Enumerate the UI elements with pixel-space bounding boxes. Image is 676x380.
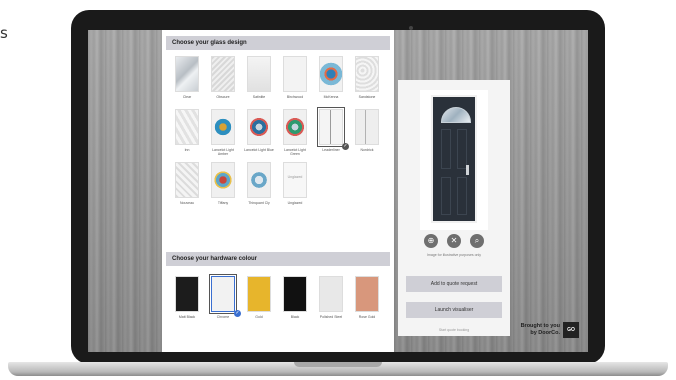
glass-option[interactable]: Lancelot Light Amber (208, 109, 238, 156)
hardware-swatch[interactable] (355, 276, 379, 312)
glass-swatch[interactable] (283, 109, 307, 145)
glass-option[interactable]: Unglazed Unglazed (280, 162, 310, 209)
hardware-option[interactable]: Matt Black (172, 276, 202, 323)
glass-option-label: Birchwood (286, 95, 304, 99)
glass-grid: Clear Obscure Satinlite Birchwood McKenna San… (172, 56, 386, 209)
search-icon[interactable]: ⌕ (470, 234, 484, 248)
hardware-option-label: Gold (255, 315, 263, 319)
hardware-option-label: Polished Steel (319, 315, 343, 319)
door-panel (457, 177, 467, 215)
add-to-quote-button[interactable]: Add to quote request (406, 276, 502, 292)
glass-option-label: Clear (182, 95, 192, 99)
preview-disclaimer: Image for illustrative purposes only (426, 253, 482, 257)
glass-swatch[interactable] (355, 109, 379, 145)
glass-option-label: Nouveau (179, 201, 194, 205)
glass-option-label: Lancelot Light Amber (212, 148, 234, 156)
branding: Brought to you by DoorCo. GO (516, 322, 579, 342)
glass-option-label: McKenna (323, 95, 339, 99)
glass-swatch[interactable] (211, 109, 235, 145)
page-edge-text: s (0, 24, 8, 42)
launch-visualiser-button[interactable]: Launch visualiser (406, 302, 502, 318)
hardware-option[interactable]: Rose Gold (352, 276, 382, 323)
preview-panel: ⊕ ✕ ⌕ Image for illustrative purposes only… (398, 80, 510, 336)
door-image (431, 95, 477, 223)
hardware-option-label: Rose Gold (358, 315, 376, 319)
brand-logo: GO (563, 322, 579, 338)
glass-swatch[interactable] (175, 162, 199, 198)
glass-swatch[interactable] (211, 162, 235, 198)
glass-option-label: Leaderliner (322, 148, 340, 152)
hardware-swatch[interactable] (175, 276, 199, 312)
brand-line-2: by DoorCo. (530, 330, 560, 336)
glass-swatch[interactable] (247, 109, 271, 145)
check-icon: ✓ (342, 143, 349, 150)
hardware-swatch[interactable] (209, 274, 237, 314)
laptop-mockup: s Choose your glass design Clear Obscure S… (0, 0, 676, 380)
glass-option[interactable]: Sandstone (352, 56, 382, 103)
hardware-swatch[interactable] (319, 276, 343, 312)
brand-line-1: Brought to you (520, 323, 560, 329)
zoom-in-icon[interactable]: ⊕ (424, 234, 438, 248)
glass-swatch[interactable] (319, 56, 343, 92)
glass-option-label: Unglazed (287, 201, 303, 205)
glass-swatch[interactable] (247, 56, 271, 92)
glass-option-label: Lancelot Light Blue (244, 148, 274, 152)
hardware-option-label: Chrome (216, 315, 230, 319)
hardware-option[interactable]: Gold (244, 276, 274, 323)
glass-option[interactable]: Clear (172, 56, 202, 103)
glass-swatch[interactable] (355, 56, 379, 92)
hardware-option[interactable]: Polished Steel (316, 276, 346, 323)
glass-option[interactable]: McKenna (316, 56, 346, 103)
hardware-option-label: Matt Black (178, 315, 196, 319)
glass-option[interactable]: Lancelot Light Blue (244, 109, 274, 156)
brand-text: Brought to you by DoorCo. (516, 323, 560, 337)
glass-swatch[interactable] (247, 162, 271, 198)
glass-option[interactable]: Thinquant Cly (244, 162, 274, 209)
hardware-option-label: Black (290, 315, 300, 319)
glass-option[interactable]: Obscure (208, 56, 238, 103)
laptop-notch (294, 362, 382, 367)
glass-swatch[interactable] (175, 109, 199, 145)
door-panel (441, 129, 451, 169)
glass-swatch[interactable] (283, 56, 307, 92)
door-glass-arch (441, 107, 471, 123)
glass-option-label: Obscure (216, 95, 230, 99)
glass-swatch[interactable]: Unglazed (283, 162, 307, 198)
hardware-option[interactable]: Black (280, 276, 310, 323)
quote-booking-link[interactable]: Start quote booking (404, 328, 504, 332)
glass-swatch[interactable] (175, 56, 199, 92)
door-panel (457, 129, 467, 169)
door-panel (441, 177, 451, 215)
glass-option-label: Thinquant Cly (248, 201, 270, 205)
glass-swatch[interactable] (317, 107, 345, 147)
glass-option[interactable]: Nouveau (172, 162, 202, 209)
glass-option-label: Nordrick (360, 148, 374, 152)
hardware-swatch[interactable] (247, 276, 271, 312)
glass-option-label: Lancelot Light Green (284, 148, 306, 156)
glass-option[interactable]: Inn (172, 109, 202, 156)
close-icon[interactable]: ✕ (447, 234, 461, 248)
glass-option-label: Tiffany (217, 201, 229, 205)
glass-option[interactable]: Nordrick (352, 109, 382, 156)
hardware-section-heading: Choose your hardware colour (166, 252, 390, 266)
glass-option[interactable]: ✓ Leaderliner (316, 107, 349, 156)
glass-option[interactable]: Satinlite (244, 56, 274, 103)
swatch-text: Unglazed (287, 175, 303, 179)
laptop-screen: Choose your glass design Clear Obscure Sat… (88, 30, 588, 352)
glass-option[interactable]: Lancelot Light Green (280, 109, 310, 156)
glass-option[interactable]: Tiffany (208, 162, 238, 209)
glass-option-label: Sandstone (358, 95, 376, 99)
options-panel: Choose your glass design Clear Obscure Sat… (162, 30, 394, 352)
hardware-option[interactable]: ✓ Chrome (208, 274, 241, 323)
glass-option[interactable]: Birchwood (280, 56, 310, 103)
glass-swatch[interactable] (211, 56, 235, 92)
glass-section-heading: Choose your glass design (166, 36, 390, 50)
door-handle (466, 165, 469, 175)
glass-option-label: Satinlite (252, 95, 266, 99)
hardware-swatch[interactable] (283, 276, 307, 312)
check-icon: ✓ (234, 310, 241, 317)
glass-option-label: Inn (184, 148, 190, 152)
hardware-grid: Matt Black ✓ Chrome Gold Black Polished Steel… (172, 274, 386, 323)
door-preview (420, 90, 488, 230)
